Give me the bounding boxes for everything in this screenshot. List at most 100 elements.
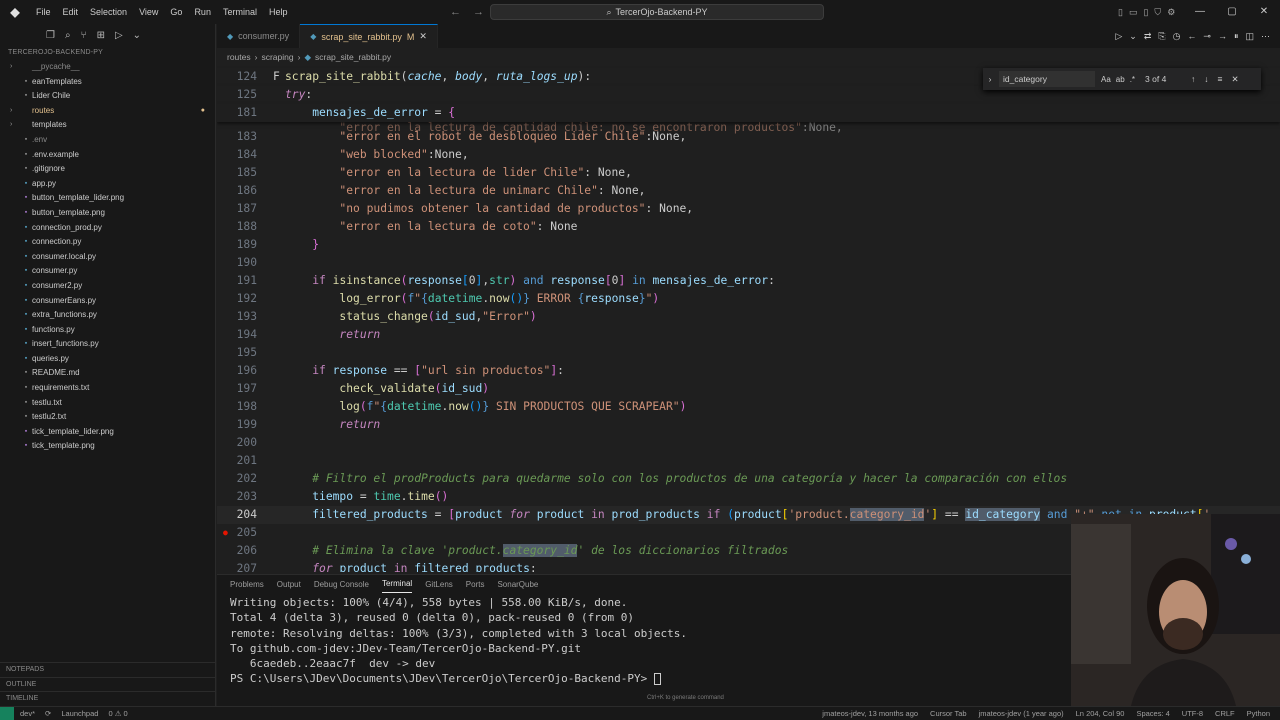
extensions-icon[interactable]: ⊞ [97, 30, 105, 41]
tree-item[interactable]: ▪ functions.py [0, 323, 215, 338]
tab-gitlens[interactable]: GitLens [425, 580, 453, 589]
tree-item[interactable]: ▪ connection.py [0, 235, 215, 250]
code-line-187[interactable]: 187 "no pudimos obtener la cantidad de p… [217, 200, 1280, 218]
commit-icon[interactable]: ⊸ [1203, 31, 1211, 42]
code-line-186[interactable]: 186 "error en la lectura de unimarc Chil… [217, 182, 1280, 200]
close-window-icon[interactable]: ✕ [1248, 0, 1280, 24]
menu-run[interactable]: Run [188, 0, 217, 24]
toggle-sidebar-icon[interactable]: ▯ [1118, 7, 1123, 18]
breadcrumb-file[interactable]: scrap_site_rabbit.py [315, 52, 391, 62]
code-line-183[interactable]: 183 "error en el robot de desbloqueo Lid… [217, 128, 1280, 146]
code-line-193[interactable]: 193 status_change(id_sud,"Error") [217, 308, 1280, 326]
menu-go[interactable]: Go [164, 0, 188, 24]
code-line-189[interactable]: 189 } [217, 236, 1280, 254]
toggle-panel-icon[interactable]: ▭ [1129, 7, 1138, 18]
tab-debug-console[interactable]: Debug Console [314, 580, 369, 589]
language-item[interactable]: Python [1247, 709, 1270, 718]
tree-item[interactable]: ▪ queries.py [0, 352, 215, 367]
tree-item[interactable]: ▪ Lider Chile [0, 89, 215, 104]
tab-consumer[interactable]: ◆ consumer.py [217, 24, 301, 48]
chevron-right-icon[interactable]: › [983, 74, 997, 84]
tree-item[interactable]: ▪ consumer.py [0, 264, 215, 279]
chevron-down-icon[interactable]: ⌄ [133, 30, 141, 41]
code-line-190[interactable]: 190 [217, 254, 1280, 272]
regex-toggle[interactable]: .* [1130, 75, 1135, 84]
search-icon[interactable]: ⌕ [65, 30, 71, 41]
branch-indicator[interactable]: dev* [20, 709, 35, 718]
breadcrumb-routes[interactable]: routes [227, 52, 251, 62]
menu-terminal[interactable]: Terminal [217, 0, 263, 24]
find-input[interactable]: id_category [999, 71, 1095, 87]
code-line-201[interactable]: 201 [217, 452, 1280, 470]
settings-gear-icon[interactable]: ⚙ [1167, 7, 1175, 18]
code-line-202[interactable]: 202 # Filtro el prodProducts para quedar… [217, 470, 1280, 488]
explorer-root-label[interactable]: TERCEROJO-BACKEND-PY [0, 46, 215, 60]
tree-item[interactable]: ▪ eanTemplates [0, 75, 215, 90]
previous-match-icon[interactable]: ↑ [1191, 74, 1195, 85]
tab-sonarqube[interactable]: SonarQube [497, 580, 538, 589]
code-line-195[interactable]: 195 [217, 344, 1280, 362]
breadcrumb-scraping[interactable]: scraping [261, 52, 293, 62]
tab-problems[interactable]: Problems [230, 580, 264, 589]
run-file-icon[interactable]: ▷ [1115, 31, 1122, 42]
whole-word-toggle[interactable]: ab [1116, 75, 1125, 84]
run-debug-icon[interactable]: ▷ [115, 30, 123, 41]
tree-item[interactable]: ▪ insert_functions.py [0, 337, 215, 352]
tree-item[interactable]: ▪ extra_functions.py [0, 308, 215, 323]
code-line-184[interactable]: 184 "web blocked":None, [217, 146, 1280, 164]
eol-item[interactable]: CRLF [1215, 709, 1235, 718]
tree-item[interactable]: ▪ app.py [0, 177, 215, 192]
pause-icon[interactable]: ⏸ [1234, 31, 1239, 42]
explorer-icon[interactable]: ❐ [46, 30, 55, 41]
compare-icon[interactable]: ⇄ [1144, 31, 1152, 42]
git-blame-item[interactable]: jmateos-jdev, 13 months ago [822, 709, 918, 718]
split-editor-icon[interactable]: ◫ [1245, 31, 1254, 42]
code-line-191[interactable]: 191 if isinstance(response[0],str) and r… [217, 272, 1280, 290]
code-line-185[interactable]: 185 "error en la lectura de lider Chile"… [217, 164, 1280, 182]
tree-item[interactable]: ▪ testlu.txt [0, 396, 215, 411]
next-match-icon[interactable]: ↓ [1204, 74, 1208, 85]
find-in-selection-icon[interactable]: ≡ [1218, 74, 1223, 85]
tree-item[interactable]: ▪ consumer.local.py [0, 250, 215, 265]
close-find-icon[interactable]: ✕ [1232, 74, 1239, 85]
timeline-icon[interactable]: ◷ [1173, 31, 1181, 42]
chevron-down-icon[interactable]: ⌄ [1129, 31, 1137, 42]
code-line-194[interactable]: 194 return [217, 326, 1280, 344]
sync-icon[interactable]: ⟳ [45, 709, 51, 718]
tab-scrap-site-rabbit[interactable]: ◆ scrap_site_rabbit.py M ✕ [300, 24, 438, 48]
code-line-192[interactable]: 192 log_error(f"{datetime.now()} ERROR {… [217, 290, 1280, 308]
tree-item[interactable]: ▪ .gitignore [0, 162, 215, 177]
command-center[interactable]: ⌕ TercerOjo-Backend-PY [490, 4, 824, 20]
cursor-position[interactable]: Ln 204, Col 90 [1076, 709, 1125, 718]
tree-item[interactable]: ▪ button_template_lider.png [0, 191, 215, 206]
cursor-tab-item[interactable]: Cursor Tab [930, 709, 967, 718]
code-line-199[interactable]: 199 return [217, 416, 1280, 434]
tree-item[interactable]: › __pycache__ [0, 60, 215, 75]
menu-view[interactable]: View [133, 0, 164, 24]
remote-indicator-icon[interactable] [0, 706, 14, 720]
problems-indicator[interactable]: 0 ⚠ 0 [108, 709, 127, 718]
forward-arrow-icon[interactable]: → [473, 6, 484, 18]
launchpad-item[interactable]: Launchpad [61, 709, 98, 718]
more-actions-icon[interactable]: ⋯ [1261, 31, 1270, 42]
nav-back-icon[interactable]: ← [1187, 31, 1196, 41]
source-control-icon[interactable]: ⑂ [81, 30, 87, 41]
menu-help[interactable]: Help [263, 0, 294, 24]
tree-item[interactable]: ▪ requirements.txt [0, 381, 215, 396]
code-line-203[interactable]: 203 tiempo = time.time() [217, 488, 1280, 506]
tree-item[interactable]: ▪ testlu2.txt [0, 410, 215, 425]
tree-item[interactable]: ▪ consumerEans.py [0, 294, 215, 309]
tree-item[interactable]: › templates [0, 118, 215, 133]
tree-item[interactable]: ▪ consumer2.py [0, 279, 215, 294]
tree-item[interactable]: ▪ .env.example [0, 148, 215, 163]
code-line-196[interactable]: 196 if response == ["url sin productos"]… [217, 362, 1280, 380]
encoding-item[interactable]: UTF-8 [1182, 709, 1203, 718]
tree-item[interactable]: › routes ● [0, 104, 215, 119]
close-tab-icon[interactable]: ✕ [419, 31, 427, 42]
code-editor[interactable]: 124 Fscrap_site_rabbit(cache, body, ruta_… [217, 66, 1280, 572]
section-timeline[interactable]: TIMELINE [0, 691, 216, 706]
section-outline[interactable]: OUTLINE [0, 676, 216, 692]
tree-item[interactable]: ▪ tick_template.png [0, 439, 215, 454]
sticky-line-181[interactable]: 181 mensajes_de_error = { [217, 104, 1280, 122]
indentation-item[interactable]: Spaces: 4 [1136, 709, 1169, 718]
